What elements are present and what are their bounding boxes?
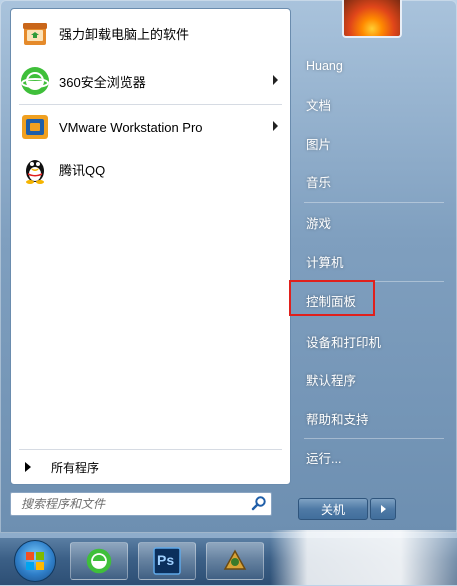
place-pictures[interactable]: 图片 — [298, 129, 448, 157]
taskbar-button-photoshop[interactable]: Ps — [138, 542, 196, 580]
pinned-item-label: VMware Workstation Pro — [59, 119, 203, 135]
pinned-item-label: 强力卸载电脑上的软件 — [59, 26, 190, 42]
taskbar-button-360-browser[interactable] — [70, 542, 128, 580]
divider — [304, 438, 444, 439]
place-label: 文档 — [306, 98, 332, 113]
pinned-item-label: 腾讯QQ — [59, 162, 106, 178]
shutdown-label: 关机 — [320, 502, 345, 517]
place-label: Huang — [306, 59, 343, 73]
divider — [19, 104, 282, 105]
pinned-item-uninstaller[interactable]: 强力卸载电脑上的软件 — [15, 15, 286, 51]
fx-app-icon — [221, 547, 249, 575]
place-help-support[interactable]: 帮助和支持 — [298, 404, 448, 432]
pinned-item-360-browser[interactable]: 360安全浏览器 — [15, 63, 286, 99]
shutdown-button[interactable]: 关机 — [298, 498, 368, 520]
submenu-arrow-icon[interactable] — [273, 121, 278, 131]
place-label: 默认程序 — [306, 373, 357, 388]
screen-glare-overlay — [270, 530, 457, 585]
places-column: Huang 文档 图片 音乐 游戏 计算机 控制面板 设备和打印机 默认程序 帮… — [296, 0, 456, 533]
pinned-item-qq[interactable]: 腾讯QQ — [15, 151, 286, 187]
all-programs-label: 所有程序 — [51, 460, 100, 475]
divider — [19, 449, 282, 450]
search-magnifier-icon[interactable] — [251, 495, 267, 511]
search-input[interactable] — [19, 495, 243, 513]
vmware-icon — [19, 111, 51, 143]
programs-pane: 强力卸载电脑上的软件 360安全浏览器 VMware Workstation P… — [10, 8, 291, 485]
shutdown-options-button[interactable] — [370, 498, 396, 520]
place-run[interactable]: 运行... — [298, 443, 448, 471]
place-label: 游戏 — [306, 216, 332, 231]
highlight-box — [289, 280, 375, 316]
place-label: 图片 — [306, 137, 332, 152]
expand-arrow-icon — [25, 462, 31, 472]
start-menu: 强力卸载电脑上的软件 360安全浏览器 VMware Workstation P… — [0, 0, 457, 533]
qq-penguin-icon — [19, 153, 51, 185]
place-default-programs[interactable]: 默认程序 — [298, 365, 448, 393]
photoshop-text: Ps — [157, 552, 175, 568]
uninstaller-icon — [19, 17, 51, 49]
place-label: 运行... — [306, 451, 342, 466]
place-label: 帮助和支持 — [306, 412, 369, 427]
pinned-item-label: 360安全浏览器 — [59, 74, 146, 90]
place-documents[interactable]: 文档 — [298, 90, 448, 118]
search-box[interactable] — [10, 492, 272, 516]
place-games[interactable]: 游戏 — [298, 208, 448, 236]
place-devices-printers[interactable]: 设备和打印机 — [298, 327, 448, 355]
place-user-folder[interactable]: Huang — [298, 52, 448, 80]
user-picture[interactable] — [342, 0, 402, 38]
place-computer[interactable]: 计算机 — [298, 247, 448, 275]
pinned-item-vmware[interactable]: VMware Workstation Pro — [15, 109, 286, 145]
place-label: 音乐 — [306, 175, 332, 190]
windows-start-orb-icon[interactable] — [14, 540, 56, 582]
submenu-arrow-icon[interactable] — [273, 75, 278, 85]
place-music[interactable]: 音乐 — [298, 167, 448, 195]
divider — [304, 202, 444, 203]
place-label: 设备和打印机 — [306, 335, 382, 350]
place-label: 计算机 — [306, 255, 344, 270]
360-browser-icon — [19, 65, 51, 97]
photoshop-icon: Ps — [153, 547, 181, 575]
360-browser-icon — [85, 547, 113, 575]
all-programs-button[interactable]: 所有程序 — [21, 457, 99, 477]
taskbar-button-fx-app[interactable] — [206, 542, 264, 580]
